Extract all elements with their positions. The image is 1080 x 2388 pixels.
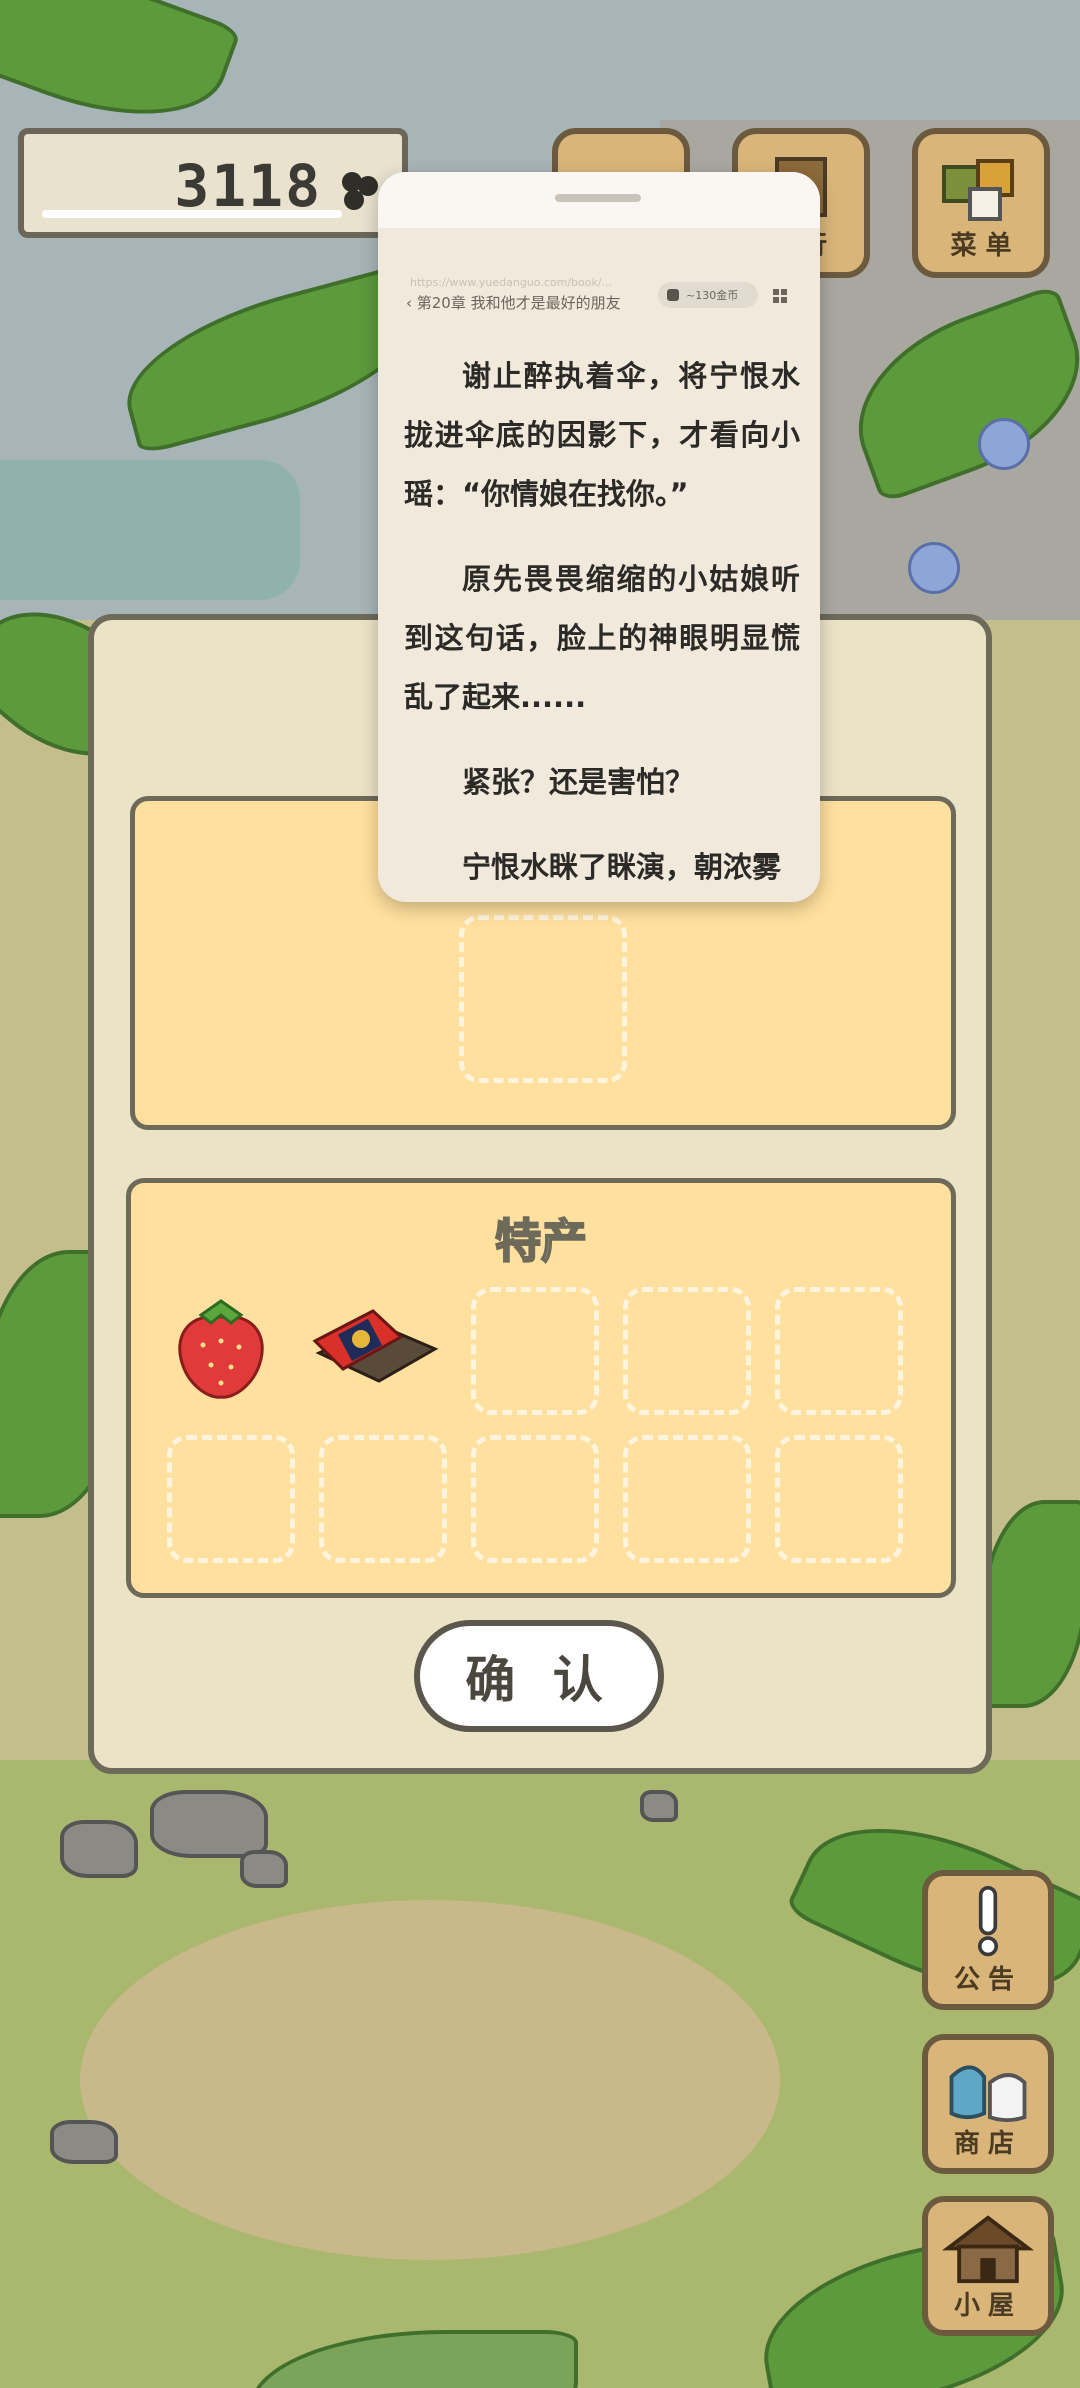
reader-paragraph: 谢止醉执着伞，将宁恨水拢进伞底的因影下，才看向小瑶：“你情娘在找你。” — [404, 359, 800, 511]
house-label: 小屋 — [953, 2291, 1022, 2321]
specialty-area: 特产 — [126, 1178, 956, 1598]
chapter-title[interactable]: ‹ 第20章 我和他才是最好的朋友 — [406, 292, 621, 313]
confirm-button[interactable]: 确 认 — [414, 1620, 664, 1732]
flower — [908, 542, 960, 594]
reader-paragraph: 宁恨水眯了眯演，朝浓雾 — [462, 850, 782, 884]
empty-slot[interactable] — [167, 1435, 295, 1563]
coin-icon — [667, 289, 679, 301]
empty-slot[interactable] — [319, 1435, 447, 1563]
reader-url: https://www.yuedanguo.com/book/... — [410, 276, 613, 289]
coin-counter: 3118 — [18, 128, 408, 238]
strawberry-icon — [178, 1299, 264, 1399]
reader-content: 谢止醉执着伞，将宁恨水拢进伞底的因影下，才看向小瑶：“你情娘在找你。” 原先畏畏… — [404, 347, 800, 902]
pond — [0, 460, 300, 600]
house-icon — [941, 2215, 1035, 2284]
specialty-item-gift-box[interactable] — [309, 1297, 449, 1397]
drag-handle[interactable] — [555, 194, 641, 202]
reader-paragraph: 原先畏畏缩缩的小姑娘听到这句话，脸上的神眼明显慌乱了起来...... — [404, 562, 800, 714]
notice-button[interactable]: 公告 — [922, 1870, 1054, 2010]
rock — [50, 2120, 118, 2164]
menu-button[interactable]: 菜 单 — [912, 128, 1050, 278]
house-button[interactable]: 小屋 — [922, 2196, 1054, 2336]
specialty-item-strawberry[interactable] — [171, 1293, 281, 1403]
coin-reward-text: ~130金币 — [686, 289, 739, 302]
empty-slot[interactable] — [471, 1435, 599, 1563]
coin-reward-pill[interactable]: ~130金币 — [658, 282, 758, 308]
empty-slot[interactable] — [623, 1435, 751, 1563]
rock — [150, 1790, 268, 1858]
floating-reader-window[interactable]: https://www.yuedanguo.com/book/... ‹ 第20… — [378, 172, 820, 902]
reader-paragraph: 紧张？还是害怕？ — [462, 765, 695, 799]
clover-icon — [342, 172, 378, 210]
empty-slot[interactable] — [775, 1435, 903, 1563]
empty-slot[interactable] — [623, 1287, 751, 1415]
menu-label: 菜 单 — [950, 231, 1012, 261]
grid-icon[interactable] — [770, 286, 790, 306]
reader-drag-bar[interactable] — [378, 172, 820, 228]
menu-icon — [942, 159, 1014, 221]
exclamation-icon — [977, 1886, 999, 1957]
flower — [978, 418, 1030, 470]
rock — [240, 1850, 288, 1888]
empty-slot[interactable] — [775, 1287, 903, 1415]
specialty-title: 特产 — [494, 1213, 588, 1269]
rock — [60, 1820, 138, 1878]
notice-label: 公告 — [953, 1965, 1022, 1995]
gift-box-icon — [312, 1309, 439, 1383]
shop-label: 商店 — [953, 2129, 1022, 2159]
empty-slot[interactable] — [471, 1287, 599, 1415]
selected-item-slot[interactable] — [459, 915, 627, 1083]
shop-button[interactable]: 商店 — [922, 2034, 1054, 2174]
coin-bar-highlight — [42, 210, 342, 218]
dirt-path — [80, 1900, 780, 2260]
bag-icon — [949, 2065, 1027, 2123]
rock — [640, 1790, 678, 1822]
